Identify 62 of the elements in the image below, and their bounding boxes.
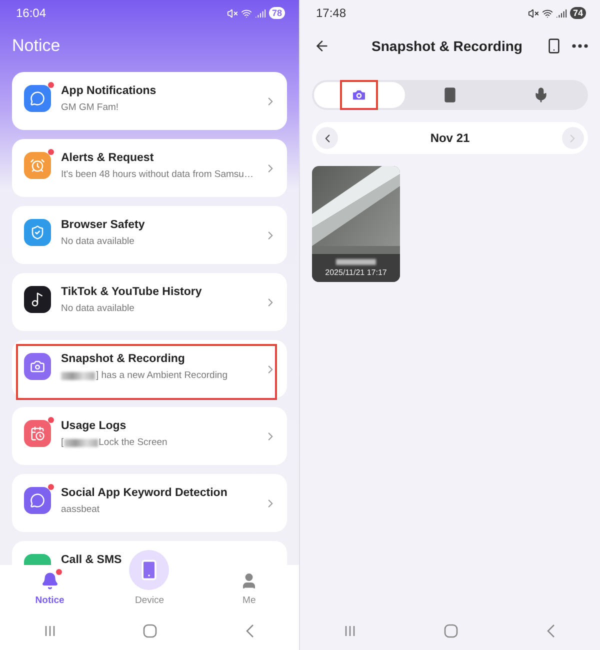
card-subtitle: GM GM Fam! <box>61 102 120 113</box>
camera-icon <box>30 359 45 374</box>
back-button[interactable] <box>314 38 330 54</box>
card-subtitle: No data available <box>61 303 136 314</box>
card-title: Call & SMS <box>61 554 123 565</box>
page-title: Notice <box>11 35 62 57</box>
previous-day-button[interactable] <box>316 127 338 149</box>
chat-bubble-icon <box>30 91 45 106</box>
chat-bubble-icon <box>30 493 45 508</box>
recent-apps-icon[interactable] <box>344 625 356 637</box>
smartphone-icon <box>546 38 562 54</box>
notice-card[interactable]: Call & SMS <box>12 541 287 565</box>
notice-card[interactable]: App Notifications GM GM Fam! <box>12 72 287 130</box>
home-icon[interactable] <box>444 624 458 638</box>
microphone-icon <box>532 87 549 103</box>
back-icon[interactable] <box>245 624 256 638</box>
card-title: Alerts & Request <box>61 152 155 164</box>
smartphone-icon <box>442 87 458 103</box>
more-icon <box>572 44 588 48</box>
media-tab[interactable] <box>314 82 405 108</box>
card-subtitle: ] has a new Ambient Recording <box>61 370 254 381</box>
screen-title: Snapshot & Recording <box>370 38 524 54</box>
bell-icon <box>40 572 59 590</box>
notice-card[interactable]: Browser Safety No data available <box>12 206 287 264</box>
card-title: Snapshot & Recording <box>61 353 186 365</box>
notice-card[interactable]: Alerts & Request It's been 48 hours without data from Samsu… <box>12 139 287 197</box>
alarm-clock-icon <box>30 158 45 173</box>
camera-icon <box>351 87 368 103</box>
more-button[interactable] <box>572 44 588 48</box>
back-arrow-icon <box>314 38 330 54</box>
card-subtitle: [ Lock the Screen <box>61 437 168 448</box>
card-subtitle: It's been 48 hours without data from Samsu… <box>61 169 254 180</box>
wifi-icon <box>240 8 252 18</box>
card-title: TikTok & YouTube History <box>61 286 203 298</box>
status-time: 17:48 <box>316 6 346 20</box>
snapshot-timestamp: 2025/11/21 17:17 <box>325 268 387 277</box>
nav-tab[interactable]: Notice <box>20 572 80 606</box>
status-time: 16:04 <box>16 6 46 20</box>
card-subtitle: No data available <box>61 236 136 247</box>
recent-apps-icon[interactable] <box>44 625 56 637</box>
card-title: Usage Logs <box>61 420 128 432</box>
phone-button[interactable] <box>546 38 562 54</box>
music-note-icon <box>30 292 45 307</box>
notice-card[interactable]: TikTok & YouTube History No data available <box>12 273 287 331</box>
shield-icon <box>30 225 45 240</box>
notice-card[interactable]: Social App Keyword Detection aassbeat <box>12 474 287 532</box>
card-title: App Notifications <box>61 85 158 97</box>
nav-tab[interactable]: Me <box>219 572 280 606</box>
date-label: Nov 21 <box>430 131 470 145</box>
back-icon[interactable] <box>546 624 556 638</box>
mute-icon <box>528 8 539 18</box>
card-title: Social App Keyword Detection <box>61 487 228 499</box>
battery-level: 78 <box>268 7 285 19</box>
calendar-clock-icon <box>30 426 45 441</box>
notice-card[interactable]: Snapshot & Recording ] has a new Ambient Recording <box>12 340 287 398</box>
mute-icon <box>226 8 238 18</box>
card-title: Browser Safety <box>61 219 146 231</box>
card-subtitle: aassbeat <box>61 504 101 515</box>
home-icon[interactable] <box>143 624 158 638</box>
battery-level: 74 <box>570 7 586 19</box>
wifi-icon <box>542 8 553 18</box>
notice-card[interactable]: Usage Logs [ Lock the Screen <box>12 407 287 465</box>
